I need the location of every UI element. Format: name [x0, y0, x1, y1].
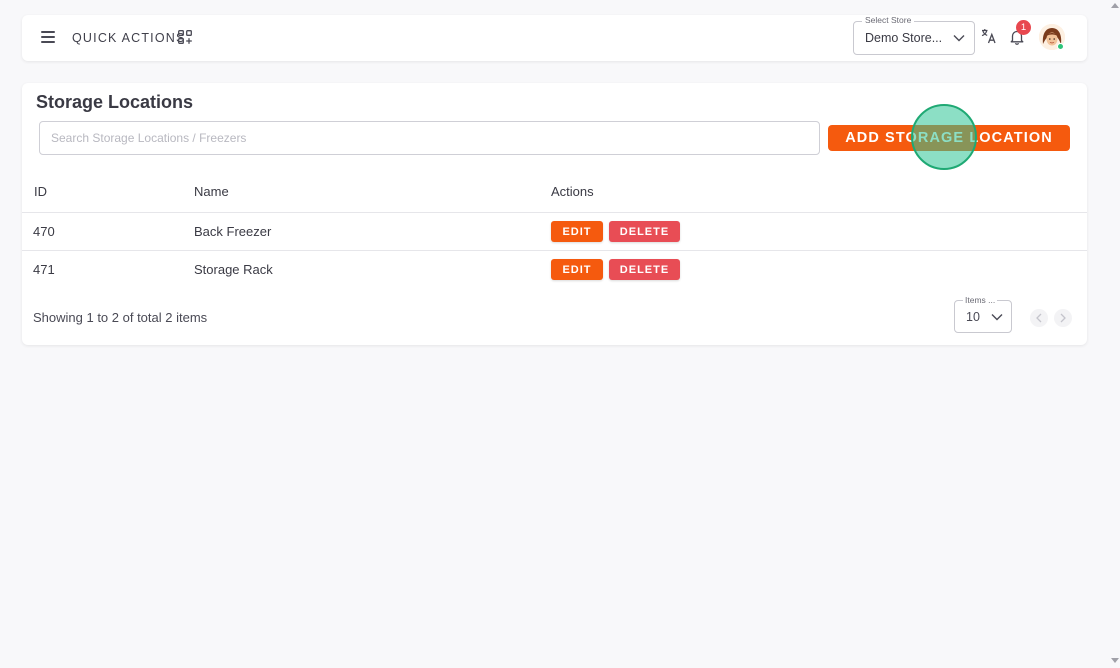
top-bar: QUICK ACTIONS Select Store Demo Store...… — [22, 15, 1087, 61]
edit-button[interactable]: EDIT — [551, 259, 603, 280]
chevron-down-icon — [991, 314, 1003, 321]
delete-button[interactable]: DELETE — [609, 259, 680, 280]
menu-icon[interactable] — [41, 31, 55, 43]
online-status-dot — [1057, 43, 1064, 50]
row-id: 471 — [33, 262, 55, 277]
store-select-value: Demo Store... — [865, 31, 943, 45]
column-header-id[interactable]: ID — [34, 184, 47, 199]
pagination-summary: Showing 1 to 2 of total 2 items — [33, 310, 208, 325]
chevron-left-icon — [1036, 313, 1042, 323]
scroll-up-arrow[interactable] — [1111, 2, 1119, 8]
table-header: ID Name Actions — [22, 175, 1087, 213]
translate-icon[interactable] — [981, 28, 997, 44]
items-per-page-legend: Items ... — [963, 295, 998, 305]
table-row: 471 Storage Rack EDIT DELETE — [22, 251, 1087, 289]
previous-page-button[interactable] — [1030, 309, 1048, 327]
items-per-page-value: 10 — [966, 310, 980, 324]
notification-badge: 1 — [1016, 20, 1031, 35]
row-name: Storage Rack — [194, 262, 273, 277]
delete-button[interactable]: DELETE — [609, 221, 680, 242]
quick-actions-label[interactable]: QUICK ACTIONS — [72, 31, 186, 45]
search-input[interactable] — [39, 121, 820, 155]
row-id: 470 — [33, 224, 55, 239]
items-per-page-select[interactable]: Items ... 10 — [954, 295, 1012, 333]
table-row: 470 Back Freezer EDIT DELETE — [22, 213, 1087, 251]
store-select[interactable]: Select Store Demo Store... — [853, 15, 975, 55]
edit-button[interactable]: EDIT — [551, 221, 603, 242]
next-page-button[interactable] — [1054, 309, 1072, 327]
page-title: Storage Locations — [36, 92, 194, 112]
scroll-down-arrow[interactable] — [1111, 658, 1119, 664]
store-select-legend: Select Store — [862, 15, 915, 25]
quick-actions-grid-icon[interactable] — [178, 30, 192, 44]
chevron-down-icon — [953, 35, 965, 42]
storage-locations-card: Storage Locations ADD STORAGE LOCATION I… — [22, 83, 1087, 345]
column-header-name[interactable]: Name — [194, 184, 229, 199]
row-name: Back Freezer — [194, 224, 272, 239]
chevron-right-icon — [1060, 313, 1066, 323]
column-header-actions: Actions — [551, 184, 594, 199]
add-storage-location-button[interactable]: ADD STORAGE LOCATION — [828, 125, 1070, 151]
